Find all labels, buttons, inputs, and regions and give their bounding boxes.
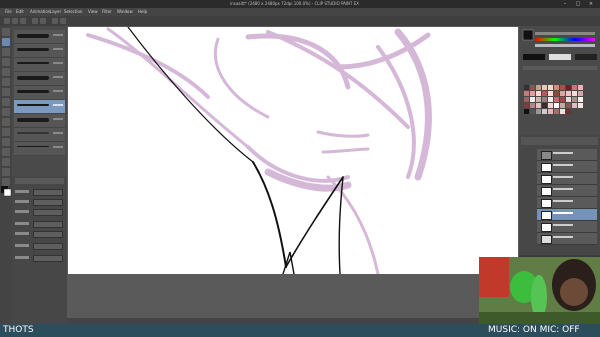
brush-preset[interactable] bbox=[14, 86, 65, 100]
gradient-icon[interactable] bbox=[2, 168, 10, 176]
pen-icon[interactable] bbox=[2, 28, 10, 36]
tool-palette bbox=[0, 26, 12, 326]
opacity-row[interactable] bbox=[15, 198, 64, 206]
color-chips-icon[interactable] bbox=[1, 186, 12, 197]
color-set-swatches[interactable] bbox=[519, 80, 600, 135]
layer-panel-header bbox=[521, 137, 598, 145]
brush-density-row[interactable] bbox=[15, 242, 64, 250]
blend-icon[interactable] bbox=[2, 178, 10, 186]
menu-help[interactable]: Help bbox=[138, 9, 147, 14]
menu-layer[interactable]: Layer bbox=[50, 9, 61, 14]
brush-preset[interactable] bbox=[14, 142, 65, 156]
redo-icon[interactable] bbox=[40, 18, 46, 24]
sketch-artwork bbox=[86, 27, 432, 274]
brush-preset[interactable] bbox=[14, 44, 65, 58]
pencil-icon[interactable] bbox=[2, 38, 10, 46]
panel-header bbox=[15, 178, 64, 184]
menu-file[interactable]: File bbox=[5, 9, 12, 14]
select-icon[interactable] bbox=[2, 78, 10, 86]
title-bar: insaaitt* (2480 x 2480px 72dpi 100.0%) -… bbox=[0, 0, 600, 8]
brush-shape-row[interactable] bbox=[15, 254, 64, 262]
eyedropper-icon[interactable] bbox=[2, 98, 10, 106]
vector-row[interactable] bbox=[15, 230, 64, 238]
layer-item[interactable] bbox=[537, 173, 597, 185]
brush-preset[interactable] bbox=[14, 128, 65, 142]
menu-selection[interactable]: Selection bbox=[64, 9, 82, 14]
fill-layer-icon[interactable] bbox=[60, 18, 66, 24]
layer-item[interactable] bbox=[537, 233, 597, 245]
move-icon[interactable] bbox=[2, 88, 10, 96]
undo-icon[interactable] bbox=[32, 18, 38, 24]
menu-bar: File Edit Animation Layer Selection View… bbox=[0, 8, 600, 16]
minimize-icon[interactable]: – bbox=[560, 0, 570, 8]
webcam-overlay bbox=[479, 257, 600, 324]
layer-item[interactable] bbox=[537, 221, 597, 233]
overlay-left-text: THOTS bbox=[3, 325, 34, 335]
drawing-canvas[interactable] bbox=[68, 27, 518, 274]
layer-item[interactable] bbox=[537, 197, 597, 209]
overlay-status-text: MUSIC: ON MIC: OFF bbox=[488, 325, 580, 335]
menu-filter[interactable]: Filter bbox=[102, 9, 112, 14]
brush-preset[interactable] bbox=[14, 72, 65, 86]
color-sliders[interactable] bbox=[519, 26, 600, 80]
layer-item[interactable] bbox=[537, 161, 597, 173]
stream-overlay-bar: THOTS MUSIC: ON MIC: OFF bbox=[0, 324, 600, 337]
layer-folder[interactable] bbox=[537, 149, 597, 161]
hand-icon[interactable] bbox=[2, 108, 10, 116]
tool-property-panel bbox=[12, 176, 67, 326]
clear-icon[interactable] bbox=[52, 18, 58, 24]
save-icon[interactable] bbox=[20, 18, 26, 24]
zoom-icon[interactable] bbox=[2, 118, 10, 126]
layer-item-selected[interactable] bbox=[537, 209, 597, 221]
brush-preset[interactable] bbox=[14, 114, 65, 128]
menu-animation[interactable]: Animation bbox=[30, 9, 50, 14]
menu-view[interactable]: View bbox=[88, 9, 98, 14]
maximize-icon[interactable]: □ bbox=[573, 0, 583, 8]
ruler-icon[interactable] bbox=[2, 158, 10, 166]
menu-window[interactable]: Window bbox=[117, 9, 133, 14]
brush-size-row[interactable] bbox=[15, 188, 64, 196]
layer-panel bbox=[519, 135, 600, 255]
eraser-icon[interactable] bbox=[2, 58, 10, 66]
fill-icon[interactable] bbox=[2, 68, 10, 76]
brush-preset-selected[interactable] bbox=[14, 100, 65, 114]
color-set-panel bbox=[519, 80, 600, 135]
lasso-icon[interactable] bbox=[2, 148, 10, 156]
figure-icon[interactable] bbox=[2, 138, 10, 146]
close-icon[interactable]: × bbox=[586, 0, 596, 8]
webcam-image bbox=[479, 257, 600, 324]
brush-icon[interactable] bbox=[2, 48, 10, 56]
brush-preset[interactable] bbox=[14, 58, 65, 72]
stabilization-row[interactable] bbox=[15, 220, 64, 228]
layer-item[interactable] bbox=[537, 185, 597, 197]
brush-preset[interactable] bbox=[14, 30, 65, 44]
window-title: insaaitt* (2480 x 2480px 72dpi 100.0%) -… bbox=[230, 1, 360, 6]
text-icon[interactable] bbox=[2, 128, 10, 136]
open-icon[interactable] bbox=[12, 18, 18, 24]
new-icon[interactable] bbox=[4, 18, 10, 24]
sub-tool-panel bbox=[12, 26, 67, 176]
menu-edit[interactable]: Edit bbox=[16, 9, 24, 14]
anti-alias-row[interactable] bbox=[15, 208, 64, 216]
color-slider-panel bbox=[519, 26, 600, 80]
